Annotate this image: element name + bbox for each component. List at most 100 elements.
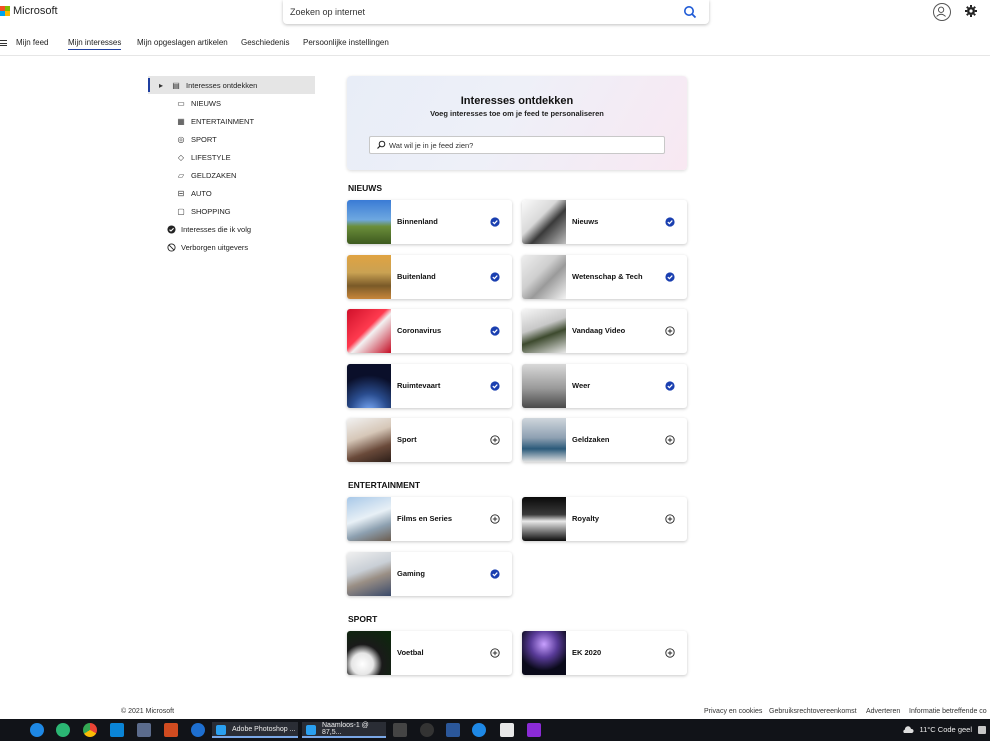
interest-label: Coronavirus xyxy=(397,326,442,336)
car-icon: ⊟ xyxy=(177,188,185,198)
interest-thumbnail xyxy=(347,418,391,463)
web-search-box[interactable]: Zoeken op internet xyxy=(283,0,709,24)
taskbar-photoshop[interactable]: Adobe Photoshop ... xyxy=(212,722,298,738)
add-interest-icon[interactable] xyxy=(665,648,675,658)
photoshop-icon xyxy=(306,725,316,735)
search-icon[interactable] xyxy=(683,5,697,19)
interest-label: Geldzaken xyxy=(572,435,610,445)
sidebar-item-label: Interesses die ik volg xyxy=(181,224,252,234)
followed-check-icon[interactable] xyxy=(490,217,500,227)
store-icon[interactable] xyxy=(110,723,124,737)
interest-card[interactable]: Weer xyxy=(522,363,687,408)
footer-link-privacy[interactable]: Privacy en cookies xyxy=(704,708,762,715)
interest-label: Vandaag Video xyxy=(572,326,626,336)
interest-card[interactable]: Nieuws xyxy=(522,200,687,244)
menu-icon[interactable] xyxy=(0,40,7,46)
followed-check-icon[interactable] xyxy=(665,217,675,227)
add-interest-icon[interactable] xyxy=(665,326,675,336)
sidebar-item-following[interactable]: Interesses die ik volg xyxy=(148,220,315,238)
followed-check-icon[interactable] xyxy=(665,271,675,282)
interest-label: Wetenschap & Tech xyxy=(572,271,643,281)
interest-card[interactable]: Royalty xyxy=(522,497,687,541)
edge-icon[interactable] xyxy=(472,723,486,737)
interest-card[interactable]: Voetbal xyxy=(347,631,512,675)
taskbar-document[interactable]: Naamloos-1 @ 87,5... xyxy=(302,722,386,738)
expand-arrow-icon: ▸ xyxy=(158,80,163,90)
brand-name[interactable]: Microsoft xyxy=(13,5,58,17)
interest-card[interactable]: EK 2020 xyxy=(522,631,687,675)
interest-card[interactable]: Gaming xyxy=(347,551,512,596)
ie-icon[interactable] xyxy=(191,723,205,737)
sidebar-item-sport[interactable]: ◎ SPORT xyxy=(148,130,315,148)
sidebar-item-label: LIFESTYLE xyxy=(191,152,231,162)
sidebar-item-shopping[interactable]: ▢ SHOPPING xyxy=(148,202,315,220)
add-interest-icon[interactable] xyxy=(665,514,675,524)
app-icon[interactable] xyxy=(527,723,541,737)
window-icon[interactable] xyxy=(393,723,407,737)
nav-my-feed[interactable]: Mijn feed xyxy=(16,38,48,47)
nav-history[interactable]: Geschiedenis xyxy=(241,38,289,47)
followed-check-icon[interactable] xyxy=(665,381,675,391)
sidebar-item-label: Interesses ontdekken xyxy=(186,80,258,90)
interest-thumbnail xyxy=(347,309,391,354)
footer-link-info[interactable]: Informatie betreffende co xyxy=(909,708,987,715)
interest-thumbnail xyxy=(347,254,391,299)
interest-card[interactable]: Geldzaken xyxy=(522,418,687,463)
add-interest-icon[interactable] xyxy=(490,648,500,658)
interest-label: EK 2020 xyxy=(572,648,602,657)
check-circle-icon xyxy=(166,224,176,234)
sidebar-item-auto[interactable]: ⊟ AUTO xyxy=(148,184,315,202)
diamond-icon: ◇ xyxy=(177,152,185,162)
edge-dev-icon[interactable] xyxy=(56,723,70,737)
footer-link-advertise[interactable]: Adverteren xyxy=(866,708,900,715)
app-icon[interactable] xyxy=(500,723,514,737)
microsoft-logo-icon[interactable] xyxy=(0,6,10,16)
add-interest-icon[interactable] xyxy=(490,514,500,524)
gear-icon[interactable] xyxy=(964,4,978,18)
search-input[interactable]: Zoeken op internet xyxy=(290,7,365,17)
interest-label: Gaming xyxy=(397,568,425,578)
interest-card[interactable]: Binnenland xyxy=(347,200,512,244)
sidebar-item-label: ENTERTAINMENT xyxy=(191,116,255,126)
interest-label: Sport xyxy=(397,435,417,445)
interest-card[interactable]: Wetenschap & Tech xyxy=(522,254,687,299)
interest-card[interactable]: Coronavirus xyxy=(347,309,512,354)
interest-search-input[interactable]: Wat wil je in je feed zien? xyxy=(369,136,665,154)
word-icon[interactable] xyxy=(446,723,460,737)
sidebar-item-discover[interactable]: ▸ ▤ Interesses ontdekken xyxy=(148,76,315,94)
system-tray[interactable]: 11°C Code geel xyxy=(902,725,986,734)
interest-label: Buitenland xyxy=(397,271,436,281)
interest-label: Weer xyxy=(572,380,591,390)
followed-check-icon[interactable] xyxy=(490,326,500,336)
sidebar-item-hidden[interactable]: Verborgen uitgevers xyxy=(148,238,315,256)
add-interest-icon[interactable] xyxy=(665,435,675,446)
nav-my-interests[interactable]: Mijn interesses xyxy=(68,38,122,50)
interest-card[interactable]: Films en Series xyxy=(347,497,512,541)
sidebar-item-finance[interactable]: ▱ GELDZAKEN xyxy=(148,166,315,184)
footer-link-terms[interactable]: Gebruiksrechtovereenkomst xyxy=(769,708,857,715)
interest-label: Royalty xyxy=(572,514,600,523)
interest-card[interactable]: Vandaag Video xyxy=(522,309,687,354)
add-interest-icon[interactable] xyxy=(490,435,500,446)
photoshop-icon xyxy=(216,725,226,735)
interest-card[interactable]: Ruimtevaart xyxy=(347,363,512,408)
account-avatar-icon[interactable] xyxy=(933,3,951,21)
sidebar-item-label: NIEUWS xyxy=(191,98,221,108)
save-icon[interactable] xyxy=(137,723,151,737)
followed-check-icon[interactable] xyxy=(490,381,500,391)
followed-check-icon[interactable] xyxy=(490,568,500,579)
followed-check-icon[interactable] xyxy=(490,271,500,282)
sidebar-item-lifestyle[interactable]: ◇ LIFESTYLE xyxy=(148,148,315,166)
nav-personal-settings[interactable]: Persoonlijke instellingen xyxy=(303,38,389,47)
interest-thumbnail xyxy=(522,200,566,244)
app-icon[interactable] xyxy=(164,723,178,737)
chrome-icon[interactable] xyxy=(83,723,97,737)
interest-card[interactable]: Buitenland xyxy=(347,254,512,299)
nav-saved-articles[interactable]: Mijn opgeslagen artikelen xyxy=(137,38,228,47)
sidebar-item-label: SHOPPING xyxy=(191,206,231,216)
xbox-icon[interactable] xyxy=(420,723,434,737)
sidebar-item-entertainment[interactable]: ▦ ENTERTAINMENT xyxy=(148,112,315,130)
interest-card[interactable]: Sport xyxy=(347,418,512,463)
edge-icon[interactable] xyxy=(30,723,44,737)
sidebar-item-news[interactable]: ▭ NIEUWS xyxy=(148,94,315,112)
